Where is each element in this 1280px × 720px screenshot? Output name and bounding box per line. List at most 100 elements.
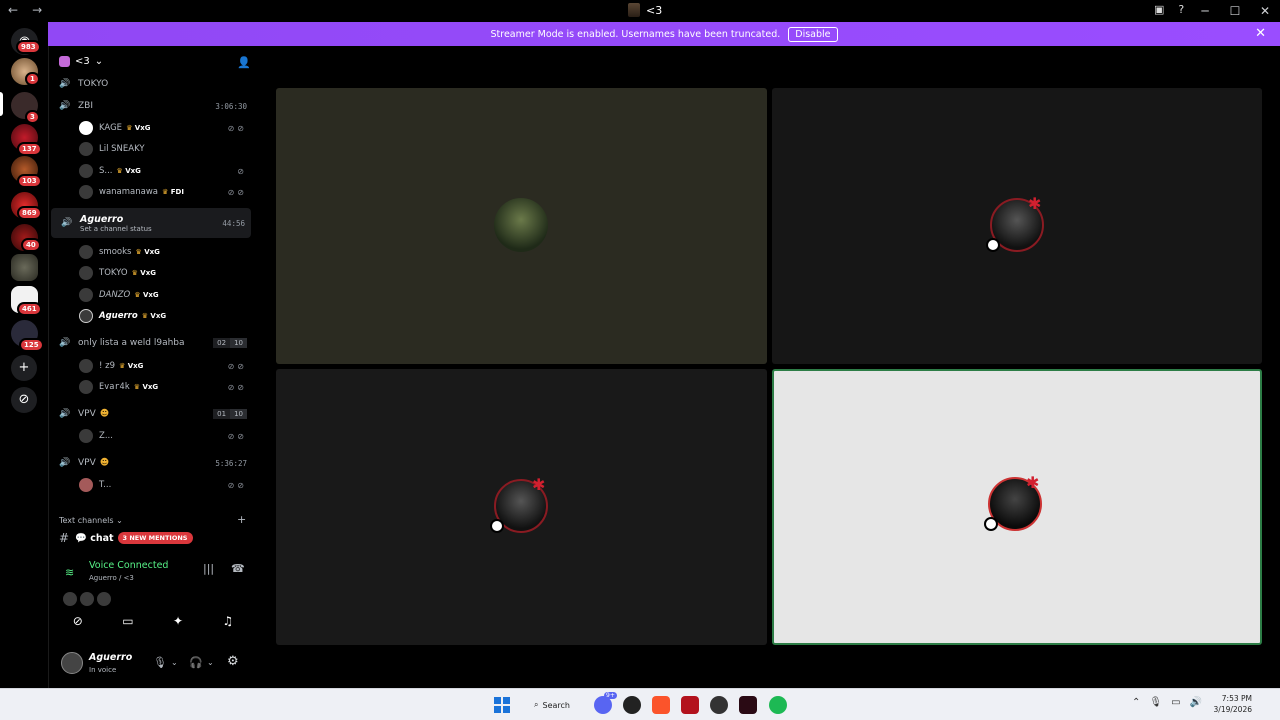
text-channels-category[interactable]: Text channels ⌄	[59, 516, 123, 525]
server-badge-3: 137	[17, 142, 42, 156]
channel-only-lista[interactable]: 🔊 only lista a weld l9ahba 02 10	[49, 333, 253, 353]
server-badge-4: 103	[17, 174, 42, 188]
spotify-icon[interactable]	[769, 696, 787, 714]
avatar	[79, 288, 93, 302]
search-button[interactable]: ⌕ Search	[526, 695, 582, 715]
help-icon[interactable]: ?	[1178, 3, 1184, 16]
channel-zbi[interactable]: 🔊 ZBI 3:06:30	[49, 96, 253, 116]
app-icon[interactable]	[710, 696, 728, 714]
activities-icon[interactable]: ✦	[173, 614, 183, 628]
noise-suppression-icon[interactable]: |||	[203, 562, 214, 575]
titlebar-tools: ▣ ?	[1154, 3, 1184, 16]
maximize-button[interactable]: ☐	[1220, 4, 1250, 18]
settings-gear-icon[interactable]: ⚙	[227, 654, 239, 669]
user-tag: VxG	[134, 291, 159, 299]
channel-sidebar: <3 ⌄ 👤 🔊 TOKYO 🔊 ZBI 3:06:30 KAGE VxG ⊘⊘…	[48, 46, 256, 688]
app-a-icon[interactable]	[681, 696, 699, 714]
voice-user[interactable]: Evar4k VxG ⊘⊘	[49, 377, 253, 397]
server-badge-8: 461	[17, 302, 42, 316]
windows-taskbar: ⌕ Search 9+ ⌃ 🎙 ▭ 🔊 7:53 PM 3/19/2026	[0, 688, 1280, 720]
voice-user[interactable]: ! ᴢ9 VxG ⊘⊘	[49, 356, 253, 376]
voice-user[interactable]: TOKYO VxG	[49, 263, 253, 283]
user-name: S...	[99, 166, 113, 176]
add-member-icon[interactable]: 👤	[237, 56, 251, 69]
brave-icon[interactable]	[652, 696, 670, 714]
voice-user[interactable]: wanamanawa FDI ⊘⊘	[49, 182, 253, 202]
avatar	[97, 592, 111, 606]
channel-status[interactable]: Set a channel status	[80, 225, 152, 233]
avatar	[79, 121, 93, 135]
channel-aguerro[interactable]: 🔊 Aguerro Set a channel status 44:56	[51, 208, 251, 238]
speaker-icon: 🔊	[61, 218, 73, 228]
banner-close-icon[interactable]: ✕	[1255, 26, 1266, 41]
soundboard-icon[interactable]: ♫	[223, 614, 234, 628]
channel-name: 💬 chat	[75, 532, 114, 544]
avatar[interactable]	[61, 652, 83, 674]
emoji-icon: ☻	[99, 458, 110, 468]
add-server-button[interactable]: +	[11, 355, 37, 381]
voice-user[interactable]: Lil SNEAKY	[49, 139, 253, 159]
user-name: KAGE	[99, 123, 123, 133]
disable-streamer-button[interactable]: Disable	[788, 26, 838, 42]
user-tag: VxG	[119, 362, 144, 370]
minimize-button[interactable]: ─	[1190, 4, 1220, 18]
channel-vpv[interactable]: 🔊 VPV ☻ 01 10	[49, 404, 253, 424]
signal-icon[interactable]: ≋	[65, 566, 74, 579]
voice-channel-path[interactable]: Aguerro / <3	[89, 574, 134, 582]
discord-badge: 9+	[604, 692, 617, 699]
windows-start-icon[interactable]	[494, 697, 510, 713]
discover-icon[interactable]: ⊘	[11, 387, 37, 413]
new-mentions-badge[interactable]: 3 NEW MENTIONS	[117, 532, 193, 544]
voice-user[interactable]: T... ⊘⊘	[49, 475, 253, 495]
participant-tile[interactable]: ✱	[772, 88, 1262, 364]
disconnect-icon[interactable]: ☎	[231, 562, 245, 575]
dm-badge: 983	[16, 40, 41, 54]
participant-tile-speaking[interactable]: ✱	[772, 369, 1262, 645]
back-arrow-icon[interactable]: ←	[8, 3, 18, 17]
mute-icon: ⊘	[237, 166, 247, 176]
channel-tokyo[interactable]: 🔊 TOKYO	[49, 74, 253, 94]
channel-timer: 3:06:30	[215, 101, 247, 111]
microphone-icon[interactable]: 🎙	[1149, 697, 1162, 708]
close-button[interactable]: ✕	[1250, 4, 1280, 18]
headphones-icon[interactable]: 🎧	[189, 656, 203, 669]
forward-arrow-icon[interactable]: →	[32, 3, 42, 17]
chevron-up-icon[interactable]: ⌃	[1132, 697, 1140, 708]
network-icon[interactable]: ▭	[1171, 697, 1180, 708]
voice-user[interactable]: Z... ⊘⊘	[49, 426, 253, 446]
participant-tile[interactable]	[276, 88, 767, 364]
avatar	[80, 592, 94, 606]
avatar	[63, 592, 77, 606]
channel-vpv-2[interactable]: 🔊 VPV ☻ 5:36:27	[49, 453, 253, 473]
chevron-down-icon[interactable]: ⌄	[171, 658, 178, 667]
avatar	[79, 309, 93, 323]
voice-user[interactable]: smooks VxG	[49, 242, 253, 262]
user-name: Evar4k	[99, 382, 130, 392]
mute-deafen-icon: ⊘⊘	[227, 123, 247, 133]
server-header[interactable]: <3 ⌄	[59, 56, 103, 67]
avatar	[79, 185, 93, 199]
nav-buttons: ← →	[8, 3, 42, 17]
voice-user[interactable]: S... VxG ⊘	[49, 161, 253, 181]
volume-icon[interactable]: 🔊	[1190, 697, 1202, 708]
voice-user[interactable]: KAGE VxG ⊘⊘	[49, 118, 253, 138]
chevron-down-icon[interactable]: ⌄	[207, 658, 214, 667]
clock[interactable]: 7:53 PM 3/19/2026	[1212, 693, 1252, 715]
microphone-icon[interactable]: 🎙	[153, 656, 167, 669]
inbox-icon[interactable]: ▣	[1154, 3, 1164, 16]
app-g-icon[interactable]	[623, 696, 641, 714]
voice-status[interactable]: Voice Connected	[89, 560, 168, 571]
app-m-icon[interactable]	[739, 696, 757, 714]
hash-icon: #	[59, 531, 70, 545]
user-name[interactable]: Aguerro	[89, 652, 132, 663]
screen-share-icon[interactable]: ▭	[122, 614, 133, 628]
server-icon-7[interactable]	[11, 254, 38, 281]
voice-user-self[interactable]: Aguerro VxG	[49, 306, 253, 326]
voice-user[interactable]: DANZO VxG	[49, 285, 253, 305]
server-name: <3	[75, 56, 90, 67]
camera-off-icon[interactable]: ⊘	[73, 614, 83, 628]
create-channel-button[interactable]: +	[237, 513, 246, 526]
channel-chat[interactable]: # 💬 chat 3 NEW MENTIONS	[59, 531, 193, 545]
channel-name: TOKYO	[78, 79, 109, 89]
participant-tile[interactable]: ✱	[276, 369, 767, 645]
